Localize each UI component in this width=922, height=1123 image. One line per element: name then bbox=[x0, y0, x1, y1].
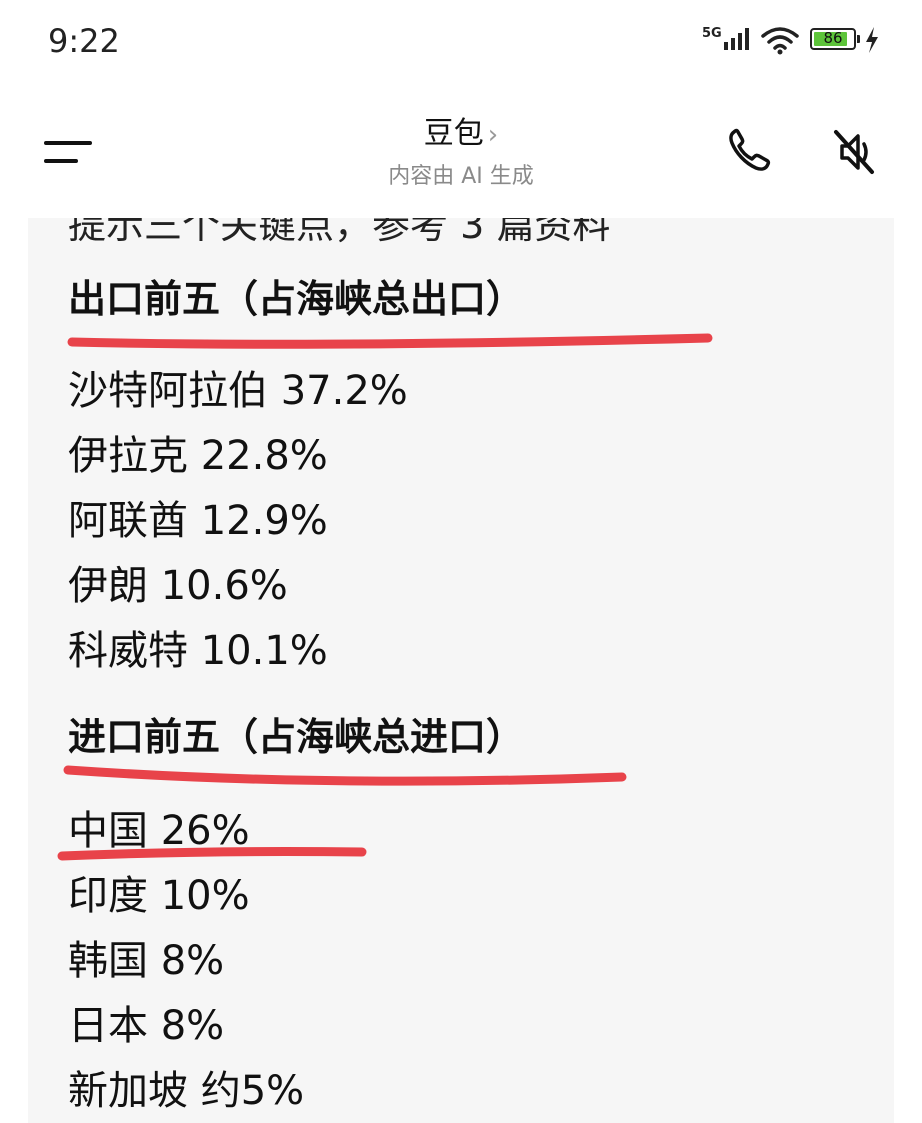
network-type-label: 5G bbox=[702, 26, 722, 41]
call-button[interactable] bbox=[726, 126, 774, 178]
export-item: 科威特 10.1% bbox=[68, 628, 328, 674]
import-item: 韩国 8% bbox=[68, 938, 225, 984]
status-icons: 5G 86 bbox=[702, 24, 882, 60]
status-bar: 9:22 5G 86 bbox=[0, 0, 922, 84]
battery-level-text: 86 bbox=[823, 29, 843, 47]
chat-subtitle: 内容由 AI 生成 bbox=[388, 164, 534, 189]
export-item: 伊朗 10.6% bbox=[68, 563, 288, 609]
export-item: 沙特阿拉伯 37.2% bbox=[68, 368, 408, 414]
mute-button[interactable] bbox=[828, 126, 880, 182]
phone-icon bbox=[729, 128, 771, 171]
battery-tip bbox=[857, 35, 860, 43]
chat-title-area[interactable]: 豆包 › 内容由 AI 生成 bbox=[0, 108, 922, 190]
import-heading-underline bbox=[63, 765, 627, 786]
export-heading-underline bbox=[67, 333, 713, 349]
cellular-signal-icon: 5G bbox=[702, 26, 749, 50]
battery-icon: 86 bbox=[810, 28, 856, 50]
import-item: 日本 8% bbox=[68, 1003, 225, 1049]
import-item: 新加坡 约5% bbox=[68, 1068, 305, 1114]
import-item: 中国 26% bbox=[68, 808, 250, 854]
status-time: 9:22 bbox=[48, 22, 120, 60]
export-item: 阿联酋 12.9% bbox=[68, 498, 328, 544]
charging-bolt-icon bbox=[866, 27, 878, 53]
cut-off-text: 提示三个关键点，参考 3 篇资料 bbox=[68, 218, 611, 247]
chat-header: 豆包 › 内容由 AI 生成 bbox=[0, 84, 922, 218]
speaker-muted-icon bbox=[834, 130, 874, 174]
import-item: 印度 10% bbox=[68, 873, 250, 919]
title-chevron-icon: › bbox=[487, 120, 499, 150]
assistant-message: 提示三个关键点，参考 3 篇资料 出口前五（占海峡总出口） 沙特阿拉伯 37.2… bbox=[28, 218, 894, 1123]
import-heading: 进口前五（占海峡总进口） bbox=[68, 715, 525, 759]
wifi-icon bbox=[761, 27, 799, 55]
export-item: 伊拉克 22.8% bbox=[68, 433, 328, 479]
export-heading: 出口前五（占海峡总出口） bbox=[68, 277, 525, 321]
chat-title[interactable]: 豆包 bbox=[424, 116, 484, 151]
